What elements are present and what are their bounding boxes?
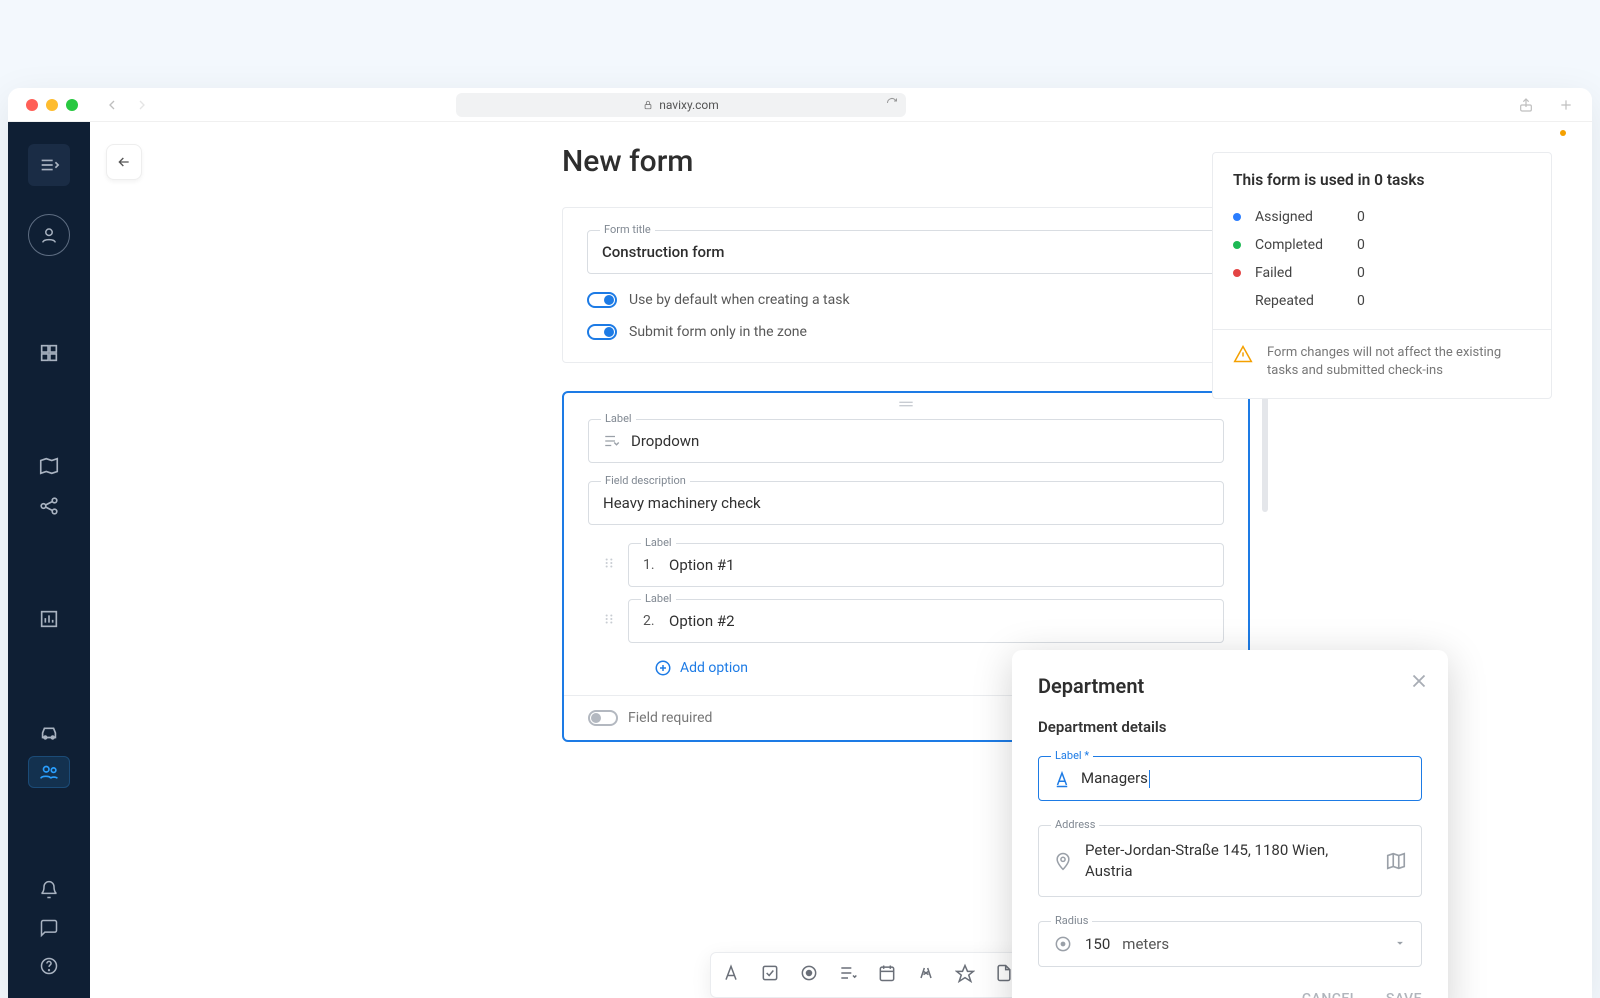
app-shell: New form Form title Construction form Us… xyxy=(8,122,1592,998)
browser-forward-icon[interactable] xyxy=(134,97,150,113)
sidebar-item-help[interactable] xyxy=(39,956,59,980)
usage-heading: This form is used in 0 tasks xyxy=(1233,171,1531,189)
tool-file-icon[interactable] xyxy=(994,963,1014,987)
back-button[interactable] xyxy=(106,144,142,180)
field-drag-handle[interactable] xyxy=(564,393,1248,415)
tool-signature-icon[interactable] xyxy=(916,963,936,987)
sidebar-item-share[interactable] xyxy=(28,490,70,522)
main-content: New form Form title Construction form Us… xyxy=(90,122,1592,998)
option-row-1[interactable]: Label 1. Option #1 xyxy=(602,543,1224,587)
form-title-input[interactable]: Form title Construction form xyxy=(587,230,1225,274)
warning-icon xyxy=(1233,344,1253,364)
browser-window: navixy.com xyxy=(8,88,1592,998)
cancel-button[interactable]: CANCEL xyxy=(1302,991,1358,998)
toggle-zone-row[interactable]: Submit form only in the zone xyxy=(587,324,1225,340)
tool-radio-icon[interactable] xyxy=(799,963,819,987)
dropdown-type-icon xyxy=(603,432,621,450)
sidebar-item-dashboard[interactable] xyxy=(28,332,70,374)
sidebar-item-notifications[interactable] xyxy=(39,880,59,904)
modal-actions: CANCEL SAVE xyxy=(1038,991,1422,998)
option-row-2[interactable]: Label 2. Option #2 xyxy=(602,599,1224,643)
form-settings-card: Form title Construction form Use by defa… xyxy=(562,207,1250,363)
new-tab-icon[interactable] xyxy=(1558,97,1574,113)
stat-completed: Completed0 xyxy=(1233,231,1531,259)
tool-dropdown-icon[interactable] xyxy=(838,963,858,987)
modal-title: Department xyxy=(1038,674,1422,698)
field-description-input[interactable]: Field description Heavy machinery check xyxy=(588,481,1224,525)
browser-back-icon[interactable] xyxy=(104,97,120,113)
toggle-default[interactable] xyxy=(587,292,617,308)
browser-url-bar[interactable]: navixy.com xyxy=(456,93,906,117)
department-address-input[interactable]: Address Peter-Jordan-Straße 145, 1180 Wi… xyxy=(1038,825,1422,897)
text-cursor xyxy=(1149,770,1150,788)
tool-checkbox-icon[interactable] xyxy=(760,963,780,987)
stat-assigned: Assigned0 xyxy=(1233,203,1531,231)
toggle-required[interactable] xyxy=(588,710,618,726)
stat-repeated: Repeated0 xyxy=(1233,287,1531,315)
toggle-default-row[interactable]: Use by default when creating a task xyxy=(587,292,1225,308)
sidebar-item-staff[interactable] xyxy=(28,756,70,788)
window-zoom-icon[interactable] xyxy=(66,99,78,111)
lock-icon xyxy=(643,100,653,110)
tool-date-icon[interactable] xyxy=(877,963,897,987)
radius-dropdown-arrow[interactable] xyxy=(1393,935,1407,954)
window-close-icon[interactable] xyxy=(26,99,38,111)
department-label-input[interactable]: Label * Managers xyxy=(1038,756,1422,801)
sidebar-toggle[interactable] xyxy=(28,144,70,186)
open-map-icon[interactable] xyxy=(1385,850,1407,872)
department-modal: Department Department details Label * Ma… xyxy=(1012,650,1448,998)
radius-icon xyxy=(1053,934,1073,954)
department-radius-input[interactable]: Radius 150 meters xyxy=(1038,921,1422,967)
sidebar-bottom xyxy=(39,880,59,980)
field-label-input[interactable]: Label Dropdown xyxy=(588,419,1224,463)
browser-chrome: navixy.com xyxy=(8,88,1592,122)
drag-grip-icon[interactable] xyxy=(602,610,616,632)
tool-text-icon[interactable] xyxy=(721,963,741,987)
sidebar-item-map[interactable] xyxy=(28,450,70,482)
traffic-lights[interactable] xyxy=(26,99,78,111)
drag-grip-icon[interactable] xyxy=(602,554,616,576)
option-1-input[interactable]: Label 1. Option #1 xyxy=(628,543,1224,587)
page-title: New form xyxy=(562,144,1250,179)
map-pin-icon xyxy=(1053,851,1073,871)
share-icon[interactable] xyxy=(1518,97,1534,113)
modal-section-title: Department details xyxy=(1038,718,1422,736)
sidebar-item-reports[interactable] xyxy=(28,598,70,640)
notification-dot xyxy=(1560,130,1566,136)
text-field-icon xyxy=(1053,770,1071,788)
sidebar-item-fleet[interactable] xyxy=(28,716,70,748)
tool-rating-icon[interactable] xyxy=(955,963,975,987)
usage-warning: Form changes will not affect the existin… xyxy=(1233,344,1531,380)
stat-failed: Failed0 xyxy=(1233,259,1531,287)
form-usage-panel: This form is used in 0 tasks Assigned0 C… xyxy=(1212,152,1552,399)
toggle-zone[interactable] xyxy=(587,324,617,340)
option-2-input[interactable]: Label 2. Option #2 xyxy=(628,599,1224,643)
sidebar-item-user[interactable] xyxy=(28,214,70,256)
window-minimize-icon[interactable] xyxy=(46,99,58,111)
browser-nav xyxy=(104,97,150,113)
sidebar-item-chat[interactable] xyxy=(39,918,59,942)
url-text: navixy.com xyxy=(659,98,719,112)
browser-right-controls xyxy=(1518,97,1574,113)
refresh-icon[interactable] xyxy=(886,97,898,112)
sidebar xyxy=(8,122,90,998)
save-button[interactable]: SAVE xyxy=(1386,991,1422,998)
modal-close-button[interactable] xyxy=(1408,670,1430,692)
